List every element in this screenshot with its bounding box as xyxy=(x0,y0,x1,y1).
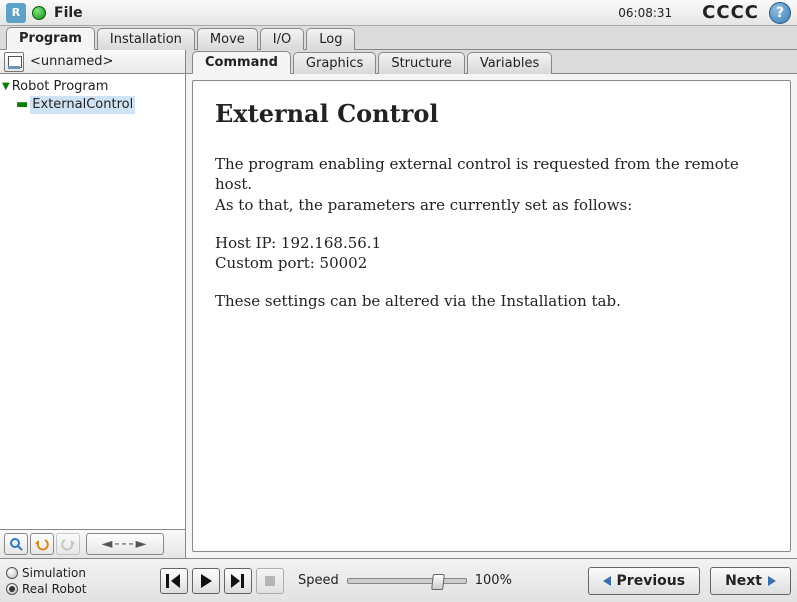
speed-label: Speed xyxy=(298,573,339,588)
rewind-icon xyxy=(166,574,182,588)
speed-slider[interactable] xyxy=(347,578,467,584)
radio-simulation[interactable]: Simulation xyxy=(6,566,146,580)
tree-node-icon: ▬ xyxy=(16,96,28,114)
radio-icon xyxy=(6,567,18,579)
tab-io[interactable]: I/O xyxy=(260,28,304,50)
content-host-ip: Host IP: 192.168.56.1 xyxy=(215,233,768,253)
content-paragraph-1: The program enabling external control is… xyxy=(215,154,768,195)
speed-area: Speed 100% xyxy=(298,573,512,588)
stop-icon xyxy=(263,574,277,588)
content-pane: External Control The program enabling ex… xyxy=(192,80,791,552)
subtab-command[interactable]: Command xyxy=(192,51,291,74)
magnifier-icon xyxy=(9,537,23,551)
play-icon xyxy=(199,574,213,588)
undo-button[interactable] xyxy=(30,533,54,555)
left-toolbar: ◄---► xyxy=(0,530,185,558)
nav-buttons: Previous Next xyxy=(588,567,791,595)
next-button[interactable]: Next xyxy=(710,567,791,595)
stop-button[interactable] xyxy=(256,568,284,594)
top-bar: R File 06:08:31 CCCC ? xyxy=(0,0,797,26)
content-title: External Control xyxy=(215,99,768,128)
save-icon[interactable] xyxy=(4,52,24,72)
subtab-variables[interactable]: Variables xyxy=(467,52,552,74)
redo-icon xyxy=(61,537,75,551)
bottom-bar: Simulation Real Robot Speed 100% Previou… xyxy=(0,558,797,602)
tree-child-label: ExternalControl xyxy=(30,96,135,114)
radio-real-robot-label: Real Robot xyxy=(22,582,87,596)
left-panel: <unnamed> ▼ Robot Program ▬ ExternalCont… xyxy=(0,50,186,558)
robot-mode-radios: Simulation Real Robot xyxy=(6,566,146,596)
ur-logo-icon: R xyxy=(6,3,26,23)
tree-root-row[interactable]: ▼ Robot Program xyxy=(2,78,183,96)
radio-real-robot[interactable]: Real Robot xyxy=(6,582,146,596)
globe-icon xyxy=(32,6,46,20)
play-button[interactable] xyxy=(192,568,220,594)
arrow-left-icon xyxy=(603,576,611,586)
main-tab-row: Program Installation Move I/O Log xyxy=(0,26,797,50)
speed-value: 100% xyxy=(475,573,512,588)
step-button[interactable] xyxy=(224,568,252,594)
rewind-button[interactable] xyxy=(160,568,188,594)
undo-icon xyxy=(35,537,49,551)
tab-installation[interactable]: Installation xyxy=(97,28,195,50)
next-label: Next xyxy=(725,573,762,589)
subtab-structure[interactable]: Structure xyxy=(378,52,464,74)
previous-button[interactable]: Previous xyxy=(588,567,701,595)
tree-root-label: Robot Program xyxy=(12,78,109,96)
tab-move[interactable]: Move xyxy=(197,28,258,50)
content-paragraph-3: These settings can be altered via the In… xyxy=(215,291,768,311)
program-tree[interactable]: ▼ Robot Program ▬ ExternalControl xyxy=(0,74,185,530)
move-arrows-button[interactable]: ◄---► xyxy=(86,533,164,555)
program-name: <unnamed> xyxy=(30,54,113,69)
content-paragraph-2: As to that, the parameters are currently… xyxy=(215,195,768,215)
right-panel: Command Graphics Structure Variables Ext… xyxy=(186,50,797,558)
subtab-graphics[interactable]: Graphics xyxy=(293,52,376,74)
content-custom-port: Custom port: 50002 xyxy=(215,253,768,273)
sub-tab-row: Command Graphics Structure Variables xyxy=(186,50,797,74)
status-indicator: CCCC xyxy=(702,2,759,23)
file-menu[interactable]: File xyxy=(54,5,83,21)
radio-icon xyxy=(6,583,18,595)
program-header: <unnamed> xyxy=(0,50,185,74)
tree-expand-icon[interactable]: ▼ xyxy=(2,78,10,96)
search-button[interactable] xyxy=(4,533,28,555)
previous-label: Previous xyxy=(617,573,686,589)
step-icon xyxy=(230,574,246,588)
radio-simulation-label: Simulation xyxy=(22,566,86,580)
arrow-right-icon xyxy=(768,576,776,586)
work-area: <unnamed> ▼ Robot Program ▬ ExternalCont… xyxy=(0,50,797,558)
slider-thumb-icon[interactable] xyxy=(431,574,445,590)
tab-log[interactable]: Log xyxy=(306,28,355,50)
redo-button[interactable] xyxy=(56,533,80,555)
tab-program[interactable]: Program xyxy=(6,27,95,50)
help-icon[interactable]: ? xyxy=(769,2,791,24)
clock: 06:08:31 xyxy=(618,6,672,20)
tree-child-row[interactable]: ▬ ExternalControl xyxy=(2,96,183,114)
media-controls xyxy=(160,568,284,594)
